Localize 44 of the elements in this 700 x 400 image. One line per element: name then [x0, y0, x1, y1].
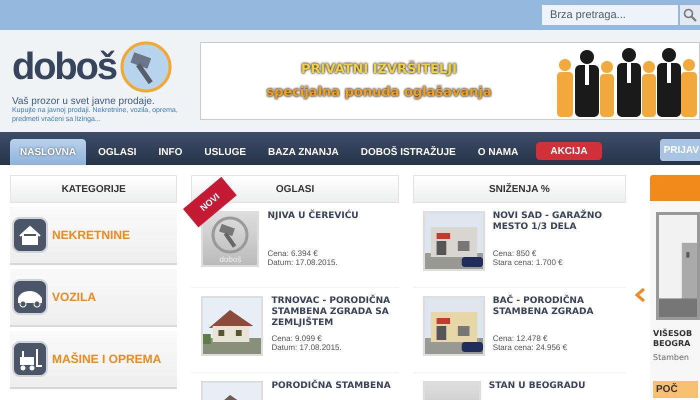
column-heading: KATEGORIJE: [10, 175, 178, 203]
date-text: Datum: 17.08.2015.: [271, 343, 343, 352]
logo-wordmark[interactable]: doboš: [12, 46, 116, 89]
price-text: Cena: 850 €: [492, 249, 538, 258]
listing-card[interactable]: TRNOVAC - PORODIČNA STAMBENA ZGRADA SA ZEMLJIŠTEM Cena: 9.099 € Datum: 17.08.2015.: [191, 292, 399, 373]
old-price-text: Stara cena: 24.956 €: [492, 343, 568, 352]
search-icon: [683, 8, 697, 22]
date-text: Datum: 17.08.2015.: [267, 258, 339, 267]
search-button[interactable]: [680, 5, 700, 25]
price-text: Cena: 12.478 €: [492, 334, 548, 343]
search-field[interactable]: Brza pretraga...: [542, 5, 678, 25]
banner-subtitle: specijalna ponuda oglašavanja: [266, 85, 492, 100]
featured-button[interactable]: POČ: [653, 381, 698, 398]
old-price-text: Stara cena: 1.700 €: [492, 258, 564, 267]
listing-title[interactable]: NJIVA U ČEREVIĆU: [267, 211, 359, 222]
listing-card[interactable]: BAČ - PORODIČNA STAMBENA ZGRADA Cena: 12.478 € Stara cena: 24.956 €: [412, 292, 626, 373]
listing-title[interactable]: BAČ - PORODIČNA STAMBENA ZGRADA: [492, 296, 620, 318]
featured-title[interactable]: VIŠESOB: [650, 329, 700, 338]
listing-title[interactable]: NOVI SAD - GARAŽNO MESTO 1/3 DELA: [492, 211, 620, 233]
column-heading: SNIŽENJA %: [412, 175, 626, 203]
tagline: Vaš prozor u svet javne prodaje.: [12, 96, 156, 108]
nav-tab[interactable]: OGLASI: [88, 139, 146, 165]
gavel-icon: [210, 214, 250, 254]
price-text: Cena: 9.099 €: [271, 334, 323, 343]
car-icon: [12, 279, 48, 315]
nav-tab[interactable]: USLUGE: [194, 139, 256, 165]
nav-tab[interactable]: BAZA ZNANJA: [258, 139, 349, 165]
forklift-icon: [12, 341, 48, 377]
featured-title[interactable]: BEOGRA: [650, 339, 700, 348]
price-text: Cena: 6.394 €: [267, 249, 319, 258]
nav-tab[interactable]: INFO: [148, 139, 192, 165]
listing-title[interactable]: STAN U BEOGRADU: [488, 381, 586, 392]
promo-tab[interactable]: AKCIJA: [536, 142, 602, 160]
nav-tab[interactable]: DOBOŠ ISTRAŽUJE: [350, 139, 466, 165]
chevron-left-icon[interactable]: [634, 287, 646, 303]
listing-title[interactable]: PORODIČNA STAMBENA: [271, 381, 391, 392]
featured-text: Stamben: [652, 353, 690, 362]
gavel-logo-icon: [118, 39, 174, 96]
house-icon: [12, 217, 48, 253]
banner-title: PRIVATNI IZVRŠITELJI: [301, 62, 457, 77]
listing-card[interactable]: NOVI SAD - GARAŽNO MESTO 1/3 DELA Cena: 850 € Stara cena: 1.700 €: [412, 207, 626, 288]
nav-tab[interactable]: O NAMA: [468, 139, 528, 165]
featured-header: [650, 175, 700, 201]
listing-title[interactable]: TRNOVAC - PORODIČNA STAMBENA ZGRADA SA ZEMLJIŠTEM: [271, 296, 393, 328]
